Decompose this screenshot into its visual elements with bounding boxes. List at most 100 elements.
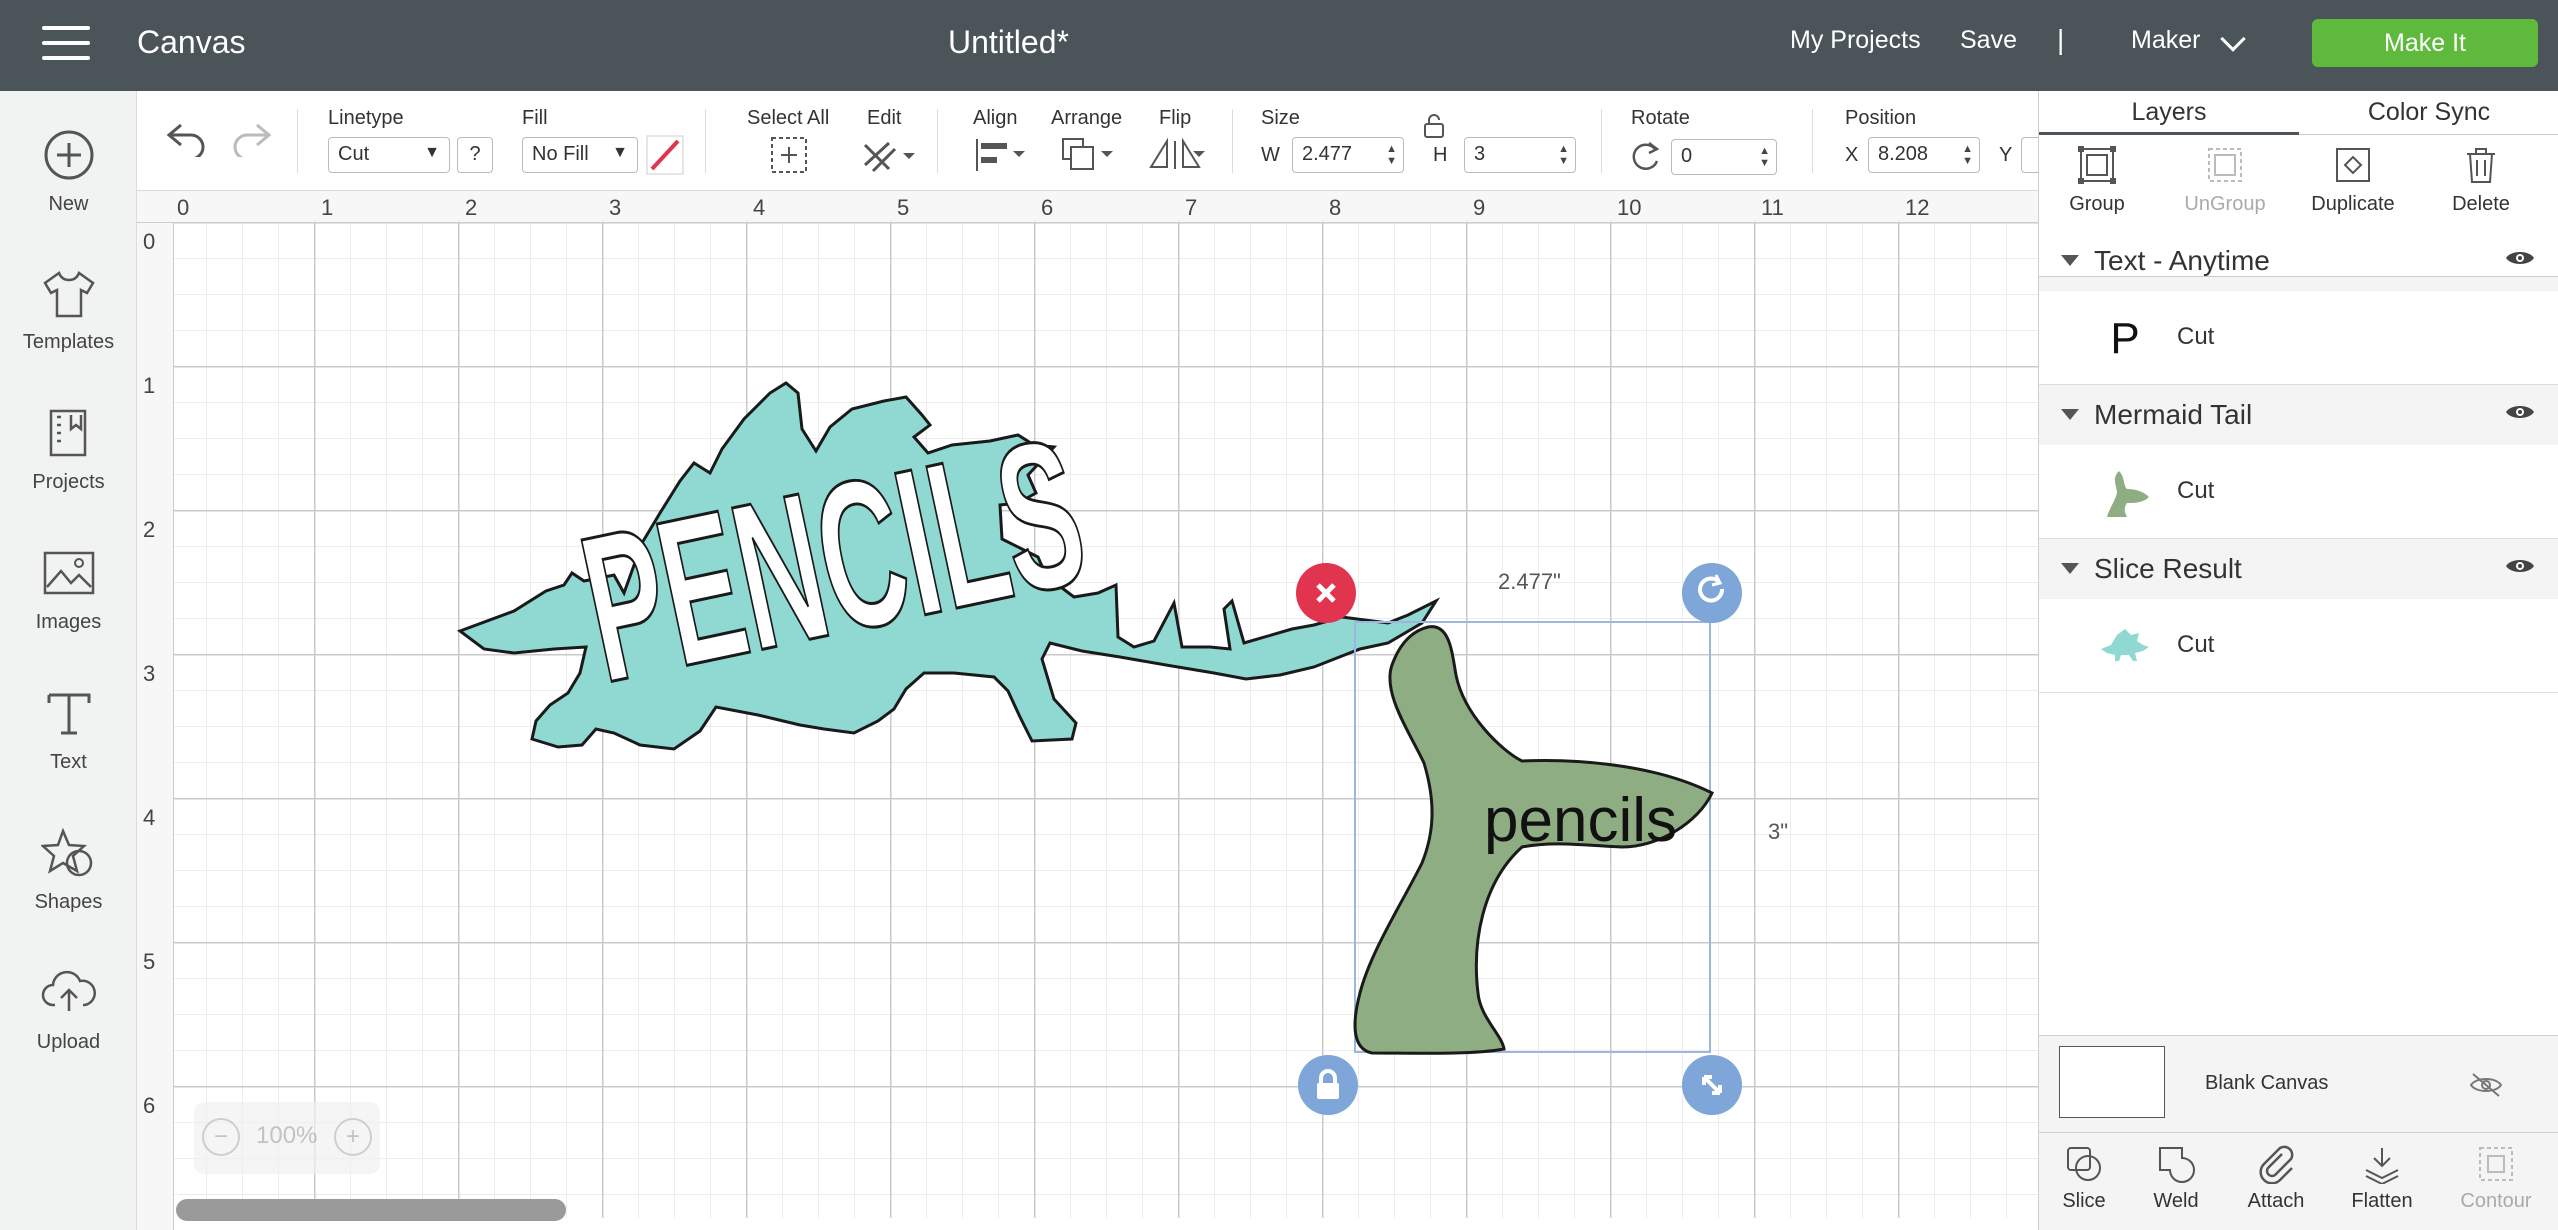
delete-label: Delete — [2452, 193, 2510, 215]
document-title[interactable]: Untitled* — [948, 24, 1069, 61]
rotate-input[interactable]: 0 ▲ ▼ — [1671, 139, 1777, 175]
ruler-tick-label: 12 — [1905, 195, 1930, 220]
design-canvas[interactable]: PENCILS pencils 2.477" 3" − 100% + — [174, 223, 2038, 1218]
hidden-eye-icon[interactable] — [2469, 1072, 2503, 1098]
stegosaurus-slice-result[interactable]: PENCILS — [454, 353, 1444, 1023]
ruler-tick-label: 6 — [143, 1093, 156, 1118]
eye-icon[interactable] — [2505, 247, 2535, 269]
eye-icon[interactable] — [2505, 401, 2535, 423]
ungroup-icon — [2208, 148, 2242, 182]
upload-label: Upload — [36, 1031, 101, 1053]
slice-button[interactable]: Slice — [2039, 1144, 2129, 1213]
fill-select[interactable]: No Fill ▼ — [522, 137, 638, 173]
select-all-label: Select All — [747, 107, 830, 129]
layer-row[interactable]: Cut — [2039, 445, 2558, 539]
new-button[interactable]: New — [0, 127, 137, 216]
layer-group-name: Text - Anytime — [2094, 245, 2270, 276]
layer-row[interactable]: Cut — [2039, 599, 2558, 693]
zoom-in-button[interactable]: + — [334, 1118, 372, 1156]
arrange-label: Arrange — [1051, 107, 1123, 129]
shapes-button[interactable]: Shapes — [0, 825, 137, 914]
ruler-tick-label: 1 — [143, 373, 156, 398]
redo-icon[interactable] — [229, 121, 273, 157]
align-label: Align — [973, 107, 1018, 129]
delete-handle[interactable] — [1296, 563, 1356, 623]
align-icon[interactable] — [973, 137, 1027, 173]
toolbar-divider — [937, 109, 938, 173]
contour-button[interactable]: Contour — [2451, 1144, 2541, 1213]
blank-canvas-swatch[interactable] — [2059, 1046, 2165, 1118]
eye-icon[interactable] — [2505, 555, 2535, 577]
ruler-tick-label: 7 — [1185, 195, 1198, 220]
templates-button[interactable]: Templates — [0, 265, 137, 354]
collapse-triangle-icon[interactable] — [2061, 563, 2079, 574]
delete-button[interactable]: Delete — [2426, 145, 2536, 216]
tail-text: pencils — [1484, 786, 1677, 855]
layer-group-header[interactable]: Text - Anytime — [2039, 231, 2558, 291]
stepper-icon[interactable]: ▲ ▼ — [1386, 143, 1397, 167]
layer-group-header[interactable]: Slice Result — [2039, 539, 2558, 599]
images-button[interactable]: Images — [0, 545, 137, 634]
projects-button[interactable]: Projects — [0, 405, 137, 494]
height-input[interactable]: 3 ▲ ▼ — [1464, 137, 1576, 173]
cloud-upload-icon — [41, 970, 96, 1011]
machine-select[interactable]: Maker — [2131, 26, 2200, 55]
x-label: X — [1845, 144, 1859, 166]
fill-color-swatch-icon[interactable] — [646, 135, 684, 175]
menu-icon[interactable] — [42, 26, 90, 64]
stepper-icon[interactable]: ▲ ▼ — [1759, 145, 1770, 169]
fill-label: Fill — [522, 107, 548, 129]
collapse-triangle-icon[interactable] — [2061, 255, 2079, 266]
ruler-tick-label: 0 — [177, 195, 190, 220]
rotate-handle[interactable] — [1682, 563, 1742, 623]
mermaid-tail[interactable]: pencils — [1352, 623, 1714, 1059]
ruler-tick-label: 2 — [143, 517, 156, 542]
attach-button[interactable]: Attach — [2231, 1144, 2321, 1213]
help-button[interactable]: ? — [457, 137, 493, 173]
upload-button[interactable]: Upload — [0, 965, 137, 1054]
chevron-down-icon[interactable] — [2220, 26, 2246, 52]
stepper-icon[interactable]: ▲ ▼ — [1962, 143, 1973, 167]
stepper-icon[interactable]: ▲ ▼ — [1558, 143, 1569, 167]
layer-row[interactable]: P Cut — [2039, 291, 2558, 385]
lock-handle[interactable] — [1298, 1055, 1358, 1115]
select-all-icon[interactable] — [769, 135, 809, 175]
text-button[interactable]: Text — [0, 685, 137, 774]
tab-color-sync[interactable]: Color Sync — [2299, 91, 2558, 135]
collapse-triangle-icon[interactable] — [2061, 409, 2079, 420]
edit-scissors-icon[interactable] — [859, 135, 915, 175]
rotate-label: Rotate — [1631, 107, 1690, 129]
ungroup-button[interactable]: UnGroup — [2170, 145, 2280, 216]
make-it-button[interactable]: Make It — [2312, 19, 2538, 67]
layer-group-header[interactable]: Mermaid Tail — [2039, 385, 2558, 445]
lock-icon[interactable] — [1423, 113, 1445, 139]
flatten-label: Flatten — [2351, 1190, 2413, 1212]
duplicate-button[interactable]: Duplicate — [2298, 145, 2408, 216]
position-x-input[interactable]: 8.208 ▲ ▼ — [1868, 137, 1980, 173]
my-projects-link[interactable]: My Projects — [1790, 26, 1921, 55]
layer-thumbnail: P — [2110, 314, 2140, 363]
ruler-tick-label: 1 — [321, 195, 334, 220]
tab-layers[interactable]: Layers — [2039, 91, 2299, 135]
resize-handle[interactable] — [1682, 1055, 1742, 1115]
flatten-button[interactable]: Flatten — [2337, 1144, 2427, 1213]
width-value: 2.477 — [1302, 143, 1353, 165]
arrange-icon[interactable] — [1059, 135, 1117, 175]
horizontal-scrollbar[interactable] — [176, 1199, 566, 1221]
save-button[interactable]: Save — [1960, 26, 2017, 55]
zoom-control: − 100% + — [194, 1102, 380, 1174]
linetype-select[interactable]: Cut ▼ — [328, 137, 450, 173]
duplicate-label: Duplicate — [2311, 193, 2395, 215]
rotate-icon — [1698, 574, 1725, 603]
blank-canvas-label: Blank Canvas — [2205, 1072, 2329, 1094]
undo-icon[interactable] — [165, 121, 209, 157]
width-input[interactable]: 2.477 ▲ ▼ — [1292, 137, 1404, 173]
layers-panel: Layers Color Sync Group UnGroup Duplicat… — [2038, 91, 2558, 1230]
text-icon — [47, 693, 90, 735]
vertical-ruler: 0 1 2 3 4 5 6 — [137, 223, 174, 1230]
group-button[interactable]: Group — [2042, 145, 2152, 216]
weld-button[interactable]: Weld — [2131, 1144, 2221, 1213]
flip-icon[interactable] — [1147, 135, 1207, 175]
contour-icon — [2479, 1147, 2513, 1181]
zoom-out-button[interactable]: − — [202, 1118, 240, 1156]
